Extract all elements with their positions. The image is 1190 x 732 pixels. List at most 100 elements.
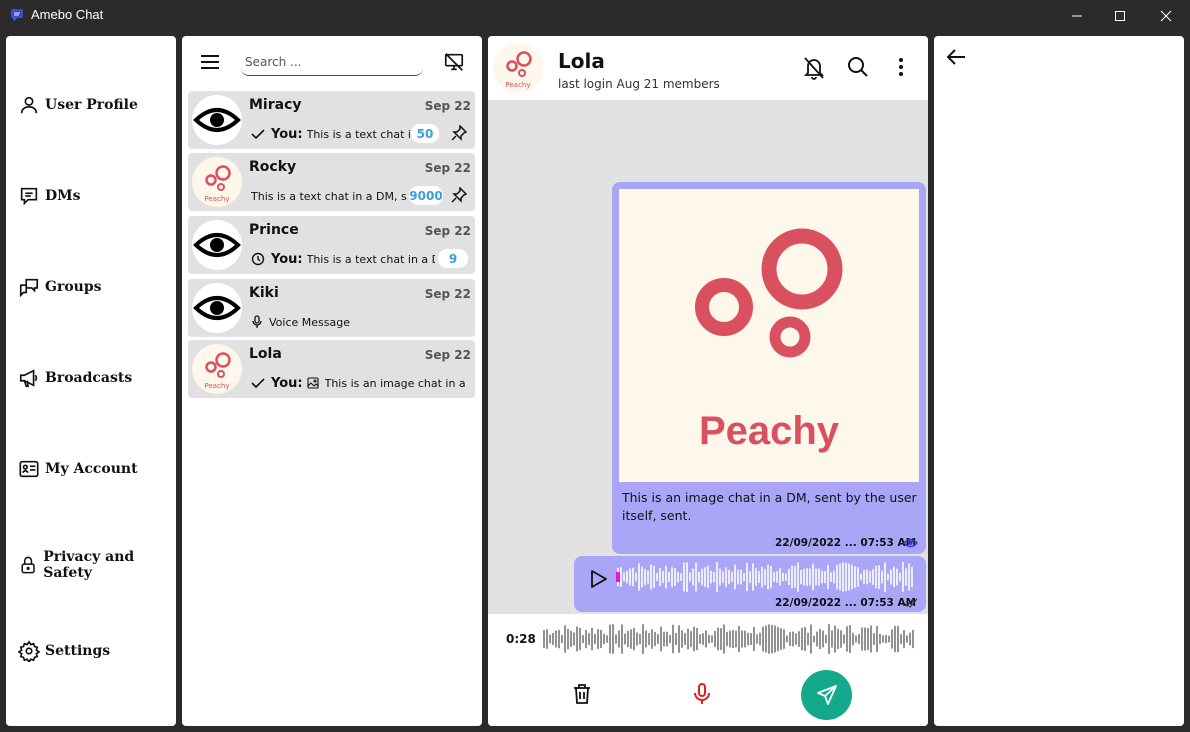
image-message-bubble[interactable]: Peachy This is an image chat in a DM, se… <box>612 182 926 554</box>
conversation-title: Lola <box>558 49 605 73</box>
conversation-header: Peachy Lola last login Aug 21 members <box>488 36 928 100</box>
window-title: Amebo Chat <box>31 7 104 22</box>
chat-list-item[interactable]: Prince Sep 22 You: This is a text chat i… <box>188 216 475 274</box>
back-arrow-icon[interactable] <box>946 48 966 66</box>
message-icon <box>20 187 38 206</box>
chat-list-item[interactable]: Peachy Rocky Sep 22 This is a text chat … <box>188 153 475 211</box>
chat-preview: You: This is an image chat in a DM <box>251 374 468 392</box>
nav-item-label: Groups <box>45 279 102 295</box>
megaphone-icon <box>19 369 38 388</box>
pin-icon[interactable] <box>451 187 467 203</box>
peachy-logo: Peachy <box>506 51 532 89</box>
conversation-panel: Peachy Lola last login Aug 21 members Pe… <box>488 36 928 726</box>
playback-head[interactable] <box>616 572 620 582</box>
chat-name: Prince <box>249 222 299 238</box>
avatar <box>192 95 242 145</box>
nav-item-privacy-and-safety[interactable]: Privacy and Safety <box>18 549 176 581</box>
image-icon <box>307 377 319 389</box>
close-button[interactable] <box>1143 0 1189 31</box>
gear-icon <box>18 640 40 662</box>
nav-item-broadcasts[interactable]: Broadcasts <box>18 367 132 389</box>
preview-text: This is a text chat in <box>306 127 411 141</box>
you-label: You: <box>271 375 303 391</box>
peachy-logo: Peachy <box>205 165 231 203</box>
chat-list-item[interactable]: Kiki Sep 22 Voice Message <box>188 279 475 337</box>
voice-waveform[interactable] <box>616 561 918 593</box>
search-icon[interactable] <box>847 56 869 78</box>
voice-message-bubble: 22/09/2022 ... 07:53 AM <box>574 556 926 612</box>
eye-icon <box>193 296 241 320</box>
preview-text: Voice Message <box>269 315 350 329</box>
eye-icon <box>903 538 918 548</box>
avatar[interactable]: Peachy <box>493 43 543 93</box>
eye-icon <box>193 108 241 132</box>
chat-date: Sep 22 <box>424 287 471 301</box>
chat-date: Sep 22 <box>424 99 471 113</box>
clock-icon <box>251 252 265 266</box>
eye-icon <box>193 233 241 257</box>
bell-off-icon[interactable] <box>803 56 825 80</box>
nav-item-settings[interactable]: Settings <box>18 640 110 662</box>
message-timestamp: 22/09/2022 ... 07:53 AM <box>775 537 917 549</box>
unread-badge: 9 <box>438 249 468 268</box>
nav-item-label: My Account <box>45 461 138 477</box>
nav-item-dms[interactable]: DMs <box>18 185 81 207</box>
peachy-logo-text: Peachy <box>506 81 531 89</box>
avatar: Peachy <box>192 344 242 394</box>
user-icon <box>20 96 38 114</box>
desktop-off-icon[interactable] <box>443 51 465 73</box>
play-icon[interactable] <box>590 569 608 589</box>
pin-icon[interactable] <box>451 125 467 141</box>
minimize-button[interactable] <box>1054 0 1100 31</box>
conversation-subtitle: last login Aug 21 members <box>558 77 720 91</box>
send-button[interactable] <box>801 670 852 720</box>
trash-icon[interactable] <box>572 683 592 705</box>
nav-item-groups[interactable]: Groups <box>18 276 102 298</box>
app-icon <box>11 9 23 22</box>
groups-icon <box>19 278 39 298</box>
preview-text: This is a text chat in a DM, sent <box>251 189 407 203</box>
double-check-icon <box>903 598 918 608</box>
message-image[interactable]: Peachy <box>619 189 919 482</box>
send-icon <box>816 685 837 705</box>
maximize-button[interactable] <box>1097 0 1143 31</box>
search-field[interactable] <box>241 50 423 76</box>
nav-item-label: Settings <box>45 643 111 659</box>
chat-name: Rocky <box>249 159 297 175</box>
preview-text: This is an image chat in a DM <box>324 376 468 390</box>
chat-date: Sep 22 <box>424 161 471 175</box>
chat-list-item[interactable]: Miracy Sep 22 You: This is a text chat i… <box>188 91 475 149</box>
chat-name: Miracy <box>249 97 302 113</box>
title-bar: Amebo Chat <box>0 0 1190 31</box>
nav-item-label: Privacy and Safety <box>43 549 135 581</box>
peachy-logo-text: Peachy <box>205 195 230 203</box>
nav-panel: User Profile DMs Groups Broadcasts My Ac… <box>6 36 176 726</box>
peachy-logo: Peachy <box>205 352 231 390</box>
check-icon <box>251 378 265 389</box>
hamburger-menu-icon[interactable] <box>200 54 220 70</box>
nav-item-my-account[interactable]: My Account <box>18 458 138 480</box>
voice-recorder: 0:28 <box>488 614 928 726</box>
nav-item-label: DMs <box>45 188 81 204</box>
more-vertical-icon[interactable] <box>898 56 904 78</box>
minimize-icon <box>1072 15 1082 16</box>
search-input[interactable] <box>241 50 423 74</box>
chat-date: Sep 22 <box>424 348 471 362</box>
peachy-logo: Peachy <box>695 228 843 453</box>
mic-icon[interactable] <box>693 682 711 706</box>
you-label: You: <box>271 251 303 267</box>
chat-list-item[interactable]: Peachy Lola Sep 22 You: This is an image… <box>188 340 475 398</box>
check-icon <box>251 129 265 140</box>
chat-preview: You: This is a text chat in a DM <box>251 250 435 268</box>
unread-badge: 50 <box>411 124 439 143</box>
chat-name: Kiki <box>249 285 279 301</box>
chat-preview: You: This is a text chat in <box>251 125 411 143</box>
nav-item-user-profile[interactable]: User Profile <box>18 94 138 116</box>
mic-icon <box>252 315 262 328</box>
maximize-icon <box>1115 10 1125 21</box>
chat-date: Sep 22 <box>424 224 471 238</box>
preview-text: This is a text chat in a DM <box>306 252 435 266</box>
image-logo-text: Peachy <box>699 409 840 453</box>
details-panel <box>934 36 1184 726</box>
chat-list-panel: Miracy Sep 22 You: This is a text chat i… <box>182 36 482 726</box>
